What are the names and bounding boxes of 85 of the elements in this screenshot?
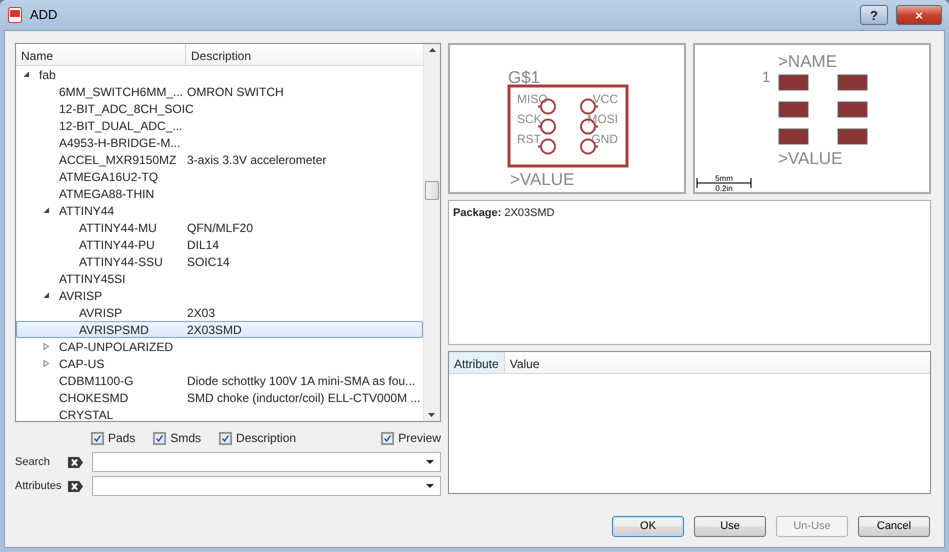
tree-item-description: Diode schottky 100V 1A mini-SMA as fou... — [187, 372, 416, 390]
smd-pad — [838, 74, 868, 90]
tree-item[interactable]: ATMEGA16U2-TQ — [59, 168, 158, 186]
tree-item[interactable]: 6MM_SWITCH6MM_... — [59, 82, 184, 100]
tree-item-description: SOIC14 — [187, 254, 230, 270]
checkbox[interactable] — [153, 432, 166, 444]
tree-item[interactable]: ATTINY44-SSU — [79, 252, 163, 270]
smd-pad — [778, 128, 808, 144]
dialog-button[interactable]: Use — [694, 516, 766, 537]
dialog-button[interactable]: OK — [612, 516, 684, 537]
checkbox-label: Description — [236, 430, 296, 447]
tree-item[interactable]: 12-BIT_ADC_8CH_SOIC — [59, 100, 194, 118]
clear-icon[interactable] — [67, 456, 84, 468]
pin-label: RST — [517, 132, 541, 146]
tree-item[interactable]: CAP-UNPOLARIZED — [59, 338, 174, 356]
tree-item[interactable]: ATMEGA88-THIN — [59, 184, 154, 202]
checkbox-label: Pads — [108, 430, 136, 447]
tree-item-description: QFN/MLF20 — [187, 220, 254, 236]
column-header[interactable]: Name — [16, 44, 186, 65]
tree-item[interactable]: ATTINY44-PU — [79, 236, 155, 254]
checkbox-label: Smds — [170, 430, 202, 447]
checkbox[interactable] — [381, 432, 394, 444]
dropdown-caret-icon[interactable] — [426, 460, 434, 464]
pin-label: MISO — [517, 92, 548, 106]
tree-item[interactable]: fab — [39, 66, 56, 84]
package-description: Package: 2X03SMD — [453, 207, 555, 219]
checkbox[interactable] — [219, 432, 232, 444]
tree-item-description: 2X03SMD — [187, 322, 242, 338]
tree-item[interactable]: CRYSTAL — [59, 406, 114, 421]
tree-item[interactable]: ATTINY45SI — [59, 270, 126, 288]
scroll-down-icon[interactable] — [428, 413, 435, 417]
tree-item[interactable]: CDBM1100-G — [59, 372, 134, 390]
part-value-label: >VALUE — [510, 170, 574, 189]
field-label: Attributes — [15, 478, 62, 494]
window-title: ADD — [30, 6, 58, 24]
selected-tree-row[interactable]: AVRISPSMD 2X03SMD — [16, 321, 423, 338]
tree-item[interactable]: ATTINY44-MU — [79, 218, 157, 236]
tree-item-description: 3-axis 3.3V accelerometer — [187, 152, 326, 168]
smd-pad — [838, 128, 868, 144]
checkbox[interactable] — [91, 432, 104, 444]
column-header[interactable]: Value — [504, 352, 930, 373]
collapse-arrow-icon[interactable] — [43, 207, 50, 214]
scroll-up-icon[interactable] — [428, 48, 436, 52]
checkbox-label: Preview — [398, 430, 441, 447]
tree-item[interactable]: CAP-US — [59, 354, 104, 372]
tree-item-description: DIL14 — [187, 236, 220, 254]
tree-item-description: 2X03 — [187, 304, 216, 322]
tree-item[interactable]: AVRISPSMD — [79, 320, 149, 338]
tree-item[interactable]: CHOKESMD — [59, 388, 128, 406]
smd-pad — [778, 102, 808, 118]
field-label: Search — [15, 454, 51, 470]
tree-item-description: OMRON SWITCH — [187, 84, 284, 100]
pin-label: SCK — [517, 112, 542, 126]
column-header[interactable]: Description — [186, 44, 423, 65]
expand-arrow-icon[interactable] — [43, 360, 50, 367]
scale-label: 0.2in — [715, 184, 733, 192]
close-button[interactable]: × — [896, 5, 942, 25]
tree-item[interactable]: AVRISP — [59, 286, 102, 304]
tree-item-description: SMD choke (inductor/coil) ELL-CTV000M ... — [187, 390, 420, 406]
package-value-label: >VALUE — [778, 149, 842, 168]
combo-field[interactable] — [92, 452, 441, 472]
combo-field[interactable] — [92, 476, 441, 496]
scale-label: 5mm — [715, 174, 733, 183]
dialog-button[interactable]: Cancel — [858, 516, 930, 537]
help-button[interactable]: ? — [860, 5, 888, 25]
smd-pad — [778, 74, 808, 90]
tree-item[interactable]: 12-BIT_DUAL_ADC_... — [59, 116, 182, 134]
app-icon — [8, 7, 22, 23]
tree-item[interactable]: ATTINY44 — [59, 202, 114, 220]
dropdown-caret-icon[interactable] — [426, 484, 434, 488]
collapse-arrow-icon[interactable] — [23, 71, 30, 78]
pin-number-label: 1 — [762, 69, 770, 86]
pin-label: GND — [591, 132, 618, 146]
part-name-label: G$1 — [508, 68, 540, 87]
clear-icon[interactable] — [67, 480, 84, 492]
tree-item[interactable]: ACCEL_MXR9150MZ — [59, 150, 176, 168]
tree-item[interactable]: AVRISP — [79, 304, 122, 322]
smd-pad — [838, 102, 868, 118]
column-header[interactable]: Attribute — [449, 352, 505, 373]
scrollbar-thumb[interactable] — [425, 181, 439, 200]
expand-arrow-icon[interactable] — [43, 343, 50, 350]
collapse-arrow-icon[interactable] — [43, 292, 50, 299]
package-name-label: >NAME — [778, 52, 838, 71]
pin-label: VCC — [592, 92, 618, 106]
tree-item[interactable]: A4953-H-BRIDGE-M... — [59, 134, 180, 152]
